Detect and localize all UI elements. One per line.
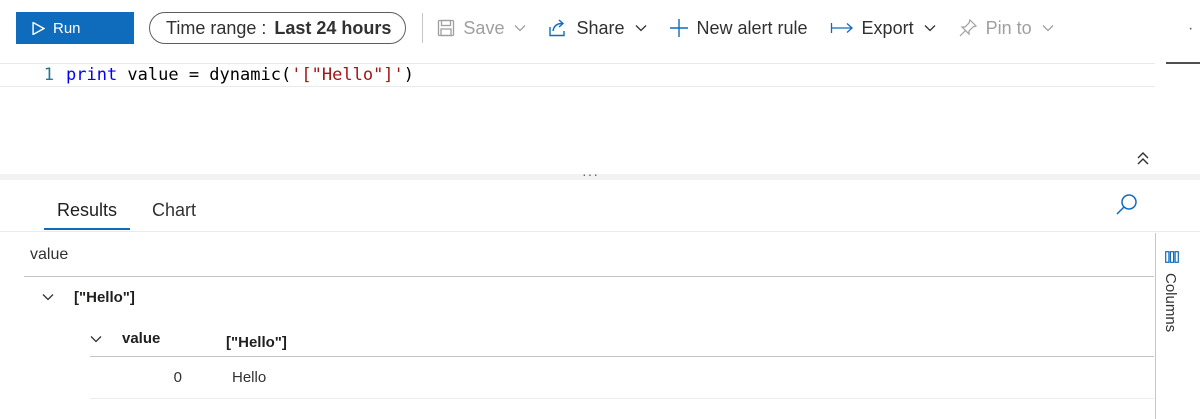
share-icon	[549, 19, 566, 37]
editor-line[interactable]: 1 print value = dynamic('["Hello"]')	[0, 63, 1155, 87]
export-button[interactable]: Export	[830, 12, 936, 44]
table-row[interactable]: ["Hello"]	[24, 277, 1154, 317]
time-range-value: Last 24 hours	[274, 17, 392, 38]
item-index: 0	[173, 369, 182, 386]
share-button[interactable]: Share	[548, 12, 646, 44]
results-grid: value ["Hello"] value ["Hello"] 0 Hello	[24, 233, 1154, 419]
nested-grid: value ["Hello"] 0 Hello	[90, 321, 1154, 399]
new-alert-rule-button[interactable]: New alert rule	[669, 12, 808, 44]
plus-icon	[669, 19, 688, 37]
code-plain: value = dynamic(	[117, 65, 292, 85]
chevron-down-icon[interactable]	[42, 293, 54, 301]
scrollbar-thumb[interactable]	[1166, 62, 1200, 64]
share-label: Share	[576, 17, 625, 38]
splitter-handle[interactable]: ···	[582, 166, 599, 182]
nested-header: value ["Hello"]	[90, 321, 1154, 357]
chevron-down-icon[interactable]	[90, 335, 102, 343]
pin-to-label: Pin to	[985, 17, 1032, 38]
line-number: 1	[43, 65, 54, 85]
columns-panel-toggle[interactable]: Columns	[1155, 233, 1200, 419]
code-keyword: print	[66, 65, 118, 85]
save-button[interactable]: Save	[437, 12, 526, 44]
nested-column-value: ["Hello"]	[226, 334, 287, 351]
code-close: )	[403, 65, 415, 85]
search-icon[interactable]	[1114, 192, 1140, 218]
column-header-value[interactable]: value	[24, 233, 1154, 277]
pane-splitter[interactable]	[0, 174, 1200, 180]
export-icon	[830, 23, 853, 33]
chevron-down-icon	[1042, 25, 1054, 32]
time-range-picker[interactable]: Time range : Last 24 hours	[149, 12, 407, 44]
tab-results[interactable]: Results	[57, 200, 117, 221]
query-editor[interactable]: 1 print value = dynamic('["Hello"]')	[0, 60, 1200, 174]
run-button[interactable]: Run	[16, 12, 134, 44]
nested-column-name: value	[122, 330, 161, 347]
editor-scrollbar[interactable]	[1156, 60, 1200, 174]
row-value: ["Hello"]	[74, 288, 135, 306]
columns-label: Columns	[1162, 273, 1179, 333]
code-text[interactable]: print value = dynamic('["Hello"]')	[66, 65, 414, 85]
command-bar: Run Time range : Last 24 hours Save Shar…	[0, 0, 1200, 56]
toolbar-divider	[422, 13, 424, 43]
chevron-down-icon	[514, 25, 526, 32]
collapse-editor-icon[interactable]	[1136, 150, 1150, 166]
export-label: Export	[861, 17, 914, 38]
chevron-down-icon	[635, 25, 646, 32]
active-tab-indicator	[44, 228, 130, 230]
code-string: '["Hello"]'	[291, 65, 404, 85]
run-button-label: Run	[53, 19, 81, 37]
results-tabs: Results Chart	[0, 190, 1200, 232]
column-header-label: value	[30, 245, 69, 263]
chevron-down-icon	[924, 25, 936, 32]
new-alert-rule-label: New alert rule	[696, 17, 808, 38]
more-actions-button[interactable]: ·	[1188, 20, 1193, 38]
item-value: Hello	[232, 369, 267, 386]
pin-to-button[interactable]: Pin to	[958, 12, 1054, 44]
tab-chart[interactable]: Chart	[152, 200, 196, 221]
save-label: Save	[463, 17, 505, 38]
save-icon	[438, 19, 455, 37]
list-item[interactable]: 0 Hello	[90, 357, 1154, 399]
time-range-label: Time range :	[166, 17, 267, 38]
play-icon	[32, 21, 45, 35]
pin-icon	[959, 18, 977, 37]
columns-icon	[1165, 251, 1179, 263]
